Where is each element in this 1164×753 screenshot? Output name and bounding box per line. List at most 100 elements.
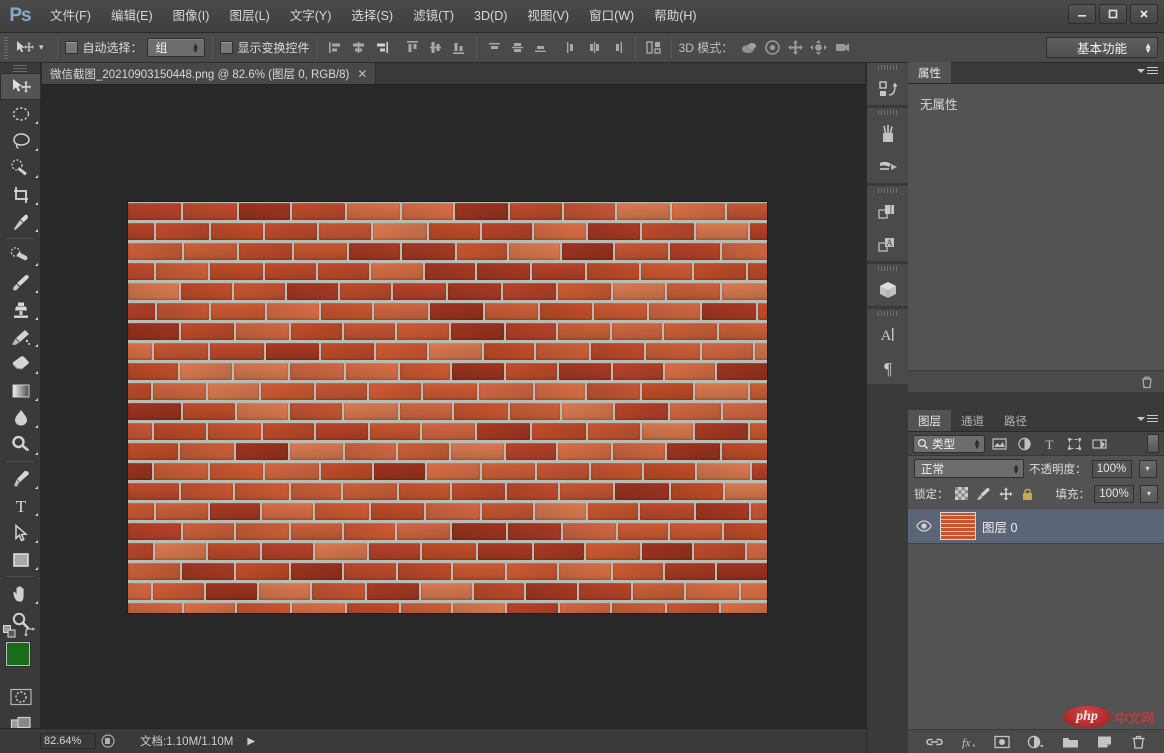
tool-clone-stamp[interactable]	[0, 296, 41, 323]
tool-quick-selection[interactable]	[0, 154, 41, 181]
lock-image-pixels-icon[interactable]	[975, 485, 993, 503]
new-group-icon[interactable]	[1061, 733, 1079, 751]
distribute-top-edges-icon[interactable]	[484, 37, 505, 58]
3d-roll-icon[interactable]	[762, 37, 783, 58]
layer-style-fx-icon[interactable]: fx	[959, 733, 977, 751]
tool-dodge[interactable]	[0, 431, 41, 458]
layer-comps-panel-icon[interactable]	[867, 195, 909, 228]
distribute-vertical-centers-icon[interactable]	[507, 37, 528, 58]
filter-adjustment-layers-icon[interactable]	[1014, 434, 1035, 454]
tool-move[interactable]	[0, 73, 41, 100]
tab-properties[interactable]: 属性	[908, 62, 951, 83]
menu-select[interactable]: 选择(S)	[341, 0, 403, 33]
auto-select-checkbox[interactable]	[64, 41, 78, 54]
tool-hand[interactable]	[0, 580, 41, 607]
lock-position-icon[interactable]	[997, 485, 1015, 503]
tool-eyedropper[interactable]	[0, 208, 41, 235]
properties-panel-menu-icon[interactable]	[1137, 67, 1158, 74]
3d-pan-icon[interactable]	[785, 37, 806, 58]
3d-rotate-icon[interactable]	[739, 37, 760, 58]
document-tab-close-icon[interactable]: ✕	[357, 67, 367, 81]
tool-rectangle[interactable]	[0, 546, 41, 573]
swap-colors-icon[interactable]	[23, 626, 37, 640]
menu-3d[interactable]: 3D(D)	[464, 0, 517, 33]
filter-pixel-layers-icon[interactable]	[989, 434, 1010, 454]
filter-smart-objects-icon[interactable]	[1089, 434, 1110, 454]
dock-grip[interactable]	[867, 108, 908, 117]
filter-shape-layers-icon[interactable]	[1064, 434, 1085, 454]
auto-select-dropdown[interactable]: 组 ▲ ▼	[146, 38, 205, 57]
layer-filter-type-dropdown[interactable]: 类型 ▲ ▼	[913, 434, 985, 453]
3d-camera-icon[interactable]	[831, 37, 852, 58]
lock-transparent-pixels-icon[interactable]	[953, 485, 971, 503]
distribute-right-edges-icon[interactable]	[607, 37, 628, 58]
dock-grip[interactable]	[867, 309, 908, 318]
menu-view[interactable]: 视图(V)	[517, 0, 579, 33]
quick-mask-toggle[interactable]	[0, 684, 41, 710]
tool-path-selection[interactable]	[0, 519, 41, 546]
add-layer-mask-icon[interactable]	[993, 733, 1011, 751]
delete-layer-icon[interactable]	[1129, 733, 1147, 751]
dock-grip[interactable]	[867, 186, 908, 195]
tool-type[interactable]: T	[0, 492, 41, 519]
minimize-button[interactable]	[1068, 4, 1096, 24]
layer-thumbnail[interactable]	[940, 512, 976, 540]
fill-stepper-icon[interactable]: ▾	[1140, 484, 1158, 503]
paragraph-panel-icon[interactable]: ¶	[867, 351, 909, 384]
document-canvas[interactable]	[128, 202, 767, 613]
styles-panel-icon[interactable]: A	[867, 228, 909, 261]
show-transform-checkbox[interactable]	[219, 41, 233, 54]
document-tab[interactable]: 微信截图_20210903150448.png @ 82.6% (图层 0, R…	[41, 62, 377, 84]
tool-gradient[interactable]	[0, 377, 41, 404]
align-left-edges-icon[interactable]	[325, 37, 346, 58]
menu-window[interactable]: 窗口(W)	[579, 0, 644, 33]
auto-align-layers-icon[interactable]	[643, 37, 664, 58]
tools-panel-grip[interactable]	[0, 63, 40, 73]
menu-edit[interactable]: 编辑(E)	[101, 0, 163, 33]
tool-blur[interactable]	[0, 404, 41, 431]
menu-help[interactable]: 帮助(H)	[644, 0, 706, 33]
align-bottom-edges-icon[interactable]	[448, 37, 469, 58]
new-adjustment-layer-icon[interactable]	[1027, 733, 1045, 751]
dock-grip[interactable]	[867, 63, 908, 72]
character-panel-icon[interactable]: A	[867, 318, 909, 351]
canvas-area[interactable]	[41, 85, 865, 728]
opacity-stepper-icon[interactable]: ▾	[1138, 459, 1157, 478]
maximize-button[interactable]	[1099, 4, 1127, 24]
menu-file[interactable]: 文件(F)	[40, 0, 101, 33]
3d-slide-icon[interactable]	[808, 37, 829, 58]
tool-lasso[interactable]	[0, 127, 41, 154]
tab-paths[interactable]: 路径	[994, 410, 1037, 431]
current-tool-preview[interactable]: ▾	[10, 40, 50, 56]
menu-layer[interactable]: 图层(L)	[219, 0, 279, 33]
three-d-panel-icon[interactable]	[867, 273, 909, 306]
align-right-edges-icon[interactable]	[371, 37, 392, 58]
link-layers-icon[interactable]	[925, 733, 943, 751]
menu-filter[interactable]: 滤镜(T)	[403, 0, 464, 33]
status-menu-arrow-icon[interactable]: ▶	[247, 736, 255, 747]
brush-panel-icon[interactable]	[867, 117, 909, 150]
new-layer-icon[interactable]	[1095, 733, 1113, 751]
workspace-selector[interactable]: 基本功能 ▲ ▼	[1046, 37, 1158, 58]
layer-list[interactable]: 图层 0	[908, 506, 1164, 696]
filter-toggle-switch[interactable]	[1147, 434, 1159, 453]
tool-history-brush[interactable]	[0, 323, 41, 350]
layer-visibility-icon[interactable]	[914, 516, 934, 536]
properties-delete-icon[interactable]	[1138, 373, 1156, 391]
options-bar-grip[interactable]	[2, 36, 10, 59]
lock-all-icon[interactable]	[1019, 485, 1037, 503]
filter-type-layers-icon[interactable]: T	[1039, 434, 1060, 454]
menu-image[interactable]: 图像(I)	[163, 0, 220, 33]
align-horizontal-centers-icon[interactable]	[348, 37, 369, 58]
distribute-bottom-edges-icon[interactable]	[530, 37, 551, 58]
zoom-level-field[interactable]: 82.64%	[40, 733, 96, 749]
tool-crop[interactable]	[0, 181, 41, 208]
tool-marquee[interactable]	[0, 100, 41, 127]
distribute-horizontal-centers-icon[interactable]	[584, 37, 605, 58]
tool-pen[interactable]	[0, 465, 41, 492]
opacity-field[interactable]: 100%	[1091, 459, 1132, 478]
align-vertical-centers-icon[interactable]	[425, 37, 446, 58]
brush-presets-panel-icon[interactable]	[867, 150, 909, 183]
foreground-color-swatch[interactable]	[6, 642, 30, 666]
tool-healing-brush[interactable]	[0, 242, 41, 269]
